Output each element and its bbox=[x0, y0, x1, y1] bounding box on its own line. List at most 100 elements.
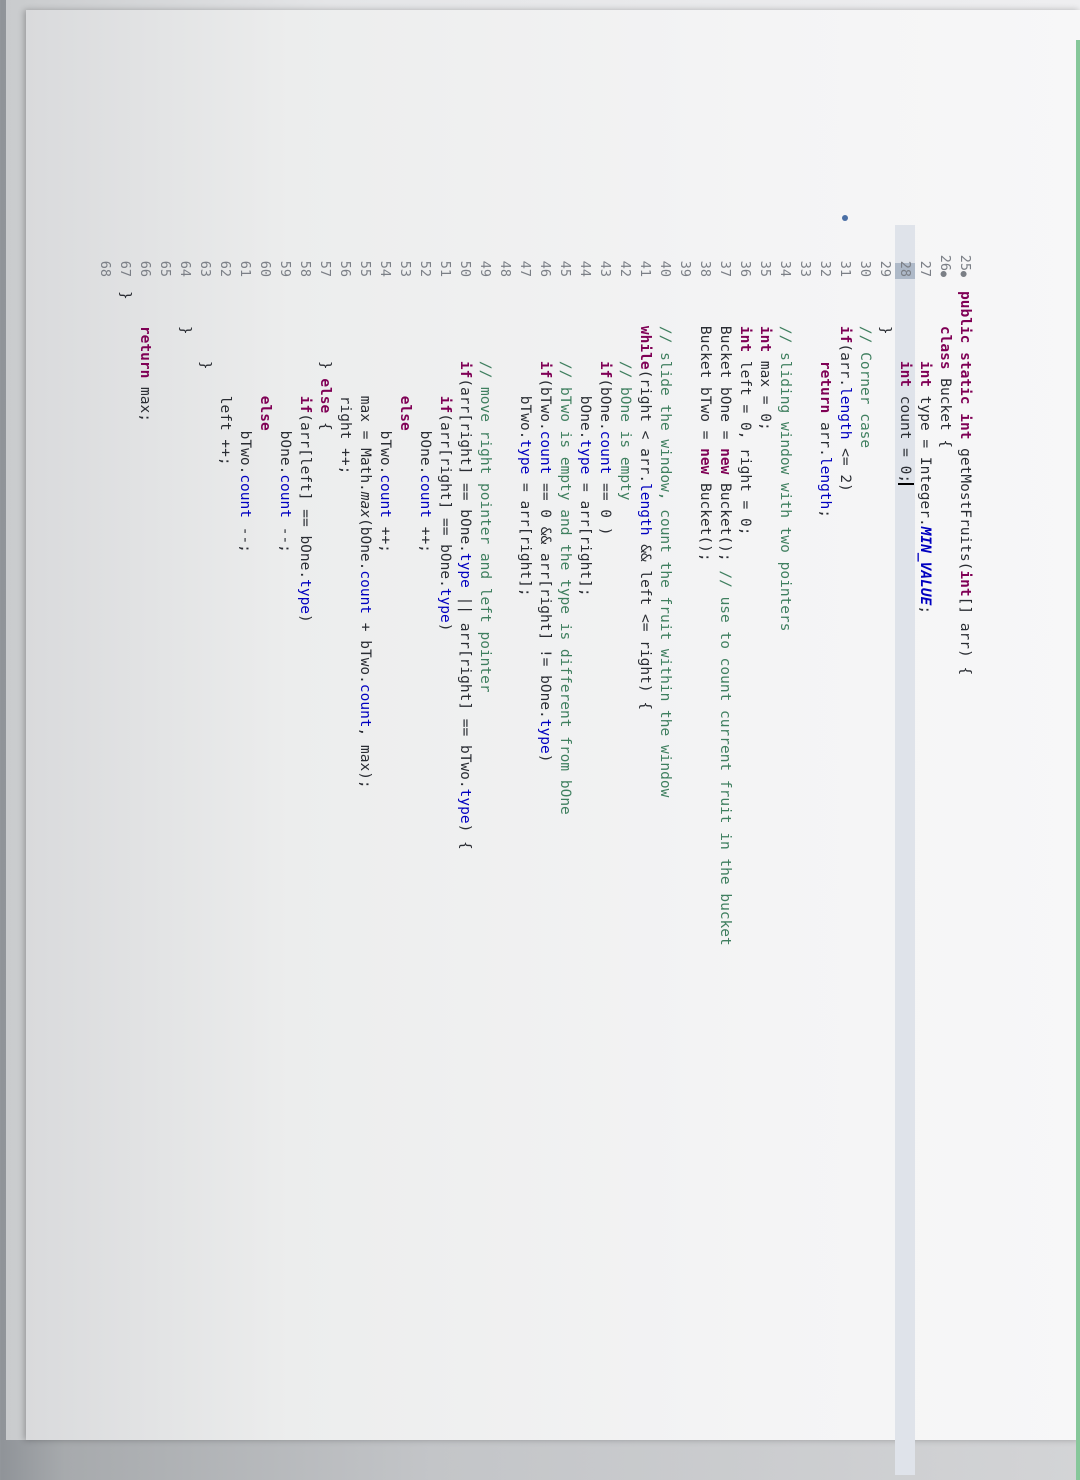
line-number: 28 bbox=[897, 260, 913, 277]
code-line: 41 while(right < arr.length && left <= r… bbox=[635, 225, 655, 1475]
code-line: 62 left ++; bbox=[215, 225, 235, 1475]
code-text[interactable]: return arr.length; bbox=[815, 291, 835, 518]
line-number: 47 bbox=[517, 260, 533, 277]
code-text[interactable]: class Bucket { bbox=[935, 291, 955, 448]
code-line: 57 } else { bbox=[315, 225, 335, 1475]
code-text[interactable]: // move right pointer and left pointer bbox=[475, 291, 495, 693]
line-number: 42 bbox=[617, 260, 633, 277]
code-text[interactable]: bTwo.count ++; bbox=[375, 291, 395, 553]
code-text[interactable]: int left = 0, right = 0; bbox=[735, 291, 755, 536]
code-line: 59 bOne.count --; bbox=[275, 225, 295, 1475]
code-line: 66 return max; bbox=[135, 225, 155, 1475]
line-number: 67 bbox=[117, 260, 133, 277]
code-text[interactable]: if(bTwo.count == 0 && arr[right] != bOne… bbox=[535, 291, 555, 763]
line-number: 55 bbox=[357, 260, 373, 277]
code-text[interactable]: // bOne is empty bbox=[615, 291, 635, 501]
code-line: 40 // slide the window, count the fruit … bbox=[655, 225, 675, 1475]
code-text[interactable]: } else { bbox=[315, 291, 335, 431]
code-line: 28 int count = 0; bbox=[895, 225, 915, 1475]
code-line: 29 } bbox=[875, 225, 895, 1475]
code-text[interactable]: bOne.count ++; bbox=[415, 291, 435, 553]
line-number: 25● bbox=[957, 254, 973, 277]
line-number: 56 bbox=[337, 260, 353, 277]
code-text[interactable]: if(arr.length <= 2) bbox=[835, 291, 855, 492]
code-line: 65 bbox=[155, 225, 175, 1475]
line-number: 37 bbox=[717, 260, 733, 277]
code-text[interactable]: public static int getMostFruits(int[] ar… bbox=[955, 291, 975, 675]
line-number: 46 bbox=[537, 260, 553, 277]
code-text[interactable]: // bTwo is empty and the type is differe… bbox=[555, 291, 575, 815]
code-line: 27 int type = Integer.MIN_VALUE; bbox=[915, 225, 935, 1475]
line-number: 64 bbox=[177, 260, 193, 277]
line-number: 58 bbox=[297, 260, 313, 277]
line-number: 33 bbox=[797, 260, 813, 277]
code-text[interactable]: } bbox=[195, 291, 215, 370]
code-text[interactable]: bTwo.type = arr[right]; bbox=[515, 291, 535, 597]
line-number: 40 bbox=[657, 260, 673, 277]
line-number: 52 bbox=[417, 260, 433, 277]
code-text[interactable]: bTwo.count --; bbox=[235, 291, 255, 553]
code-text[interactable]: right ++; bbox=[335, 291, 355, 475]
code-text[interactable]: int type = Integer.MIN_VALUE; bbox=[915, 291, 935, 614]
line-number: 30 bbox=[857, 260, 873, 277]
code-text[interactable]: left ++; bbox=[215, 291, 235, 466]
code-line: 43 if(bOne.count == 0 ) bbox=[595, 225, 615, 1475]
breakpoint-marker-icon[interactable] bbox=[842, 215, 848, 221]
code-line: 45 // bTwo is empty and the type is diff… bbox=[555, 225, 575, 1475]
code-text[interactable]: Bucket bTwo = new Bucket(); bbox=[695, 291, 715, 562]
code-line: 58 if(arr[left] == bOne.type) bbox=[295, 225, 315, 1475]
code-line: 46 if(bTwo.count == 0 && arr[right] != b… bbox=[535, 225, 555, 1475]
code-text[interactable]: while(right < arr.length && left <= righ… bbox=[635, 291, 655, 710]
text-cursor bbox=[898, 483, 914, 486]
code-text[interactable]: } bbox=[175, 291, 195, 335]
code-text[interactable]: if(arr[right] == bOne.type) bbox=[435, 291, 455, 632]
line-number: 51 bbox=[437, 260, 453, 277]
code-line: 61 bTwo.count --; bbox=[235, 225, 255, 1475]
code-text[interactable]: // Corner case bbox=[855, 291, 875, 448]
code-text[interactable]: int count = 0; bbox=[895, 291, 915, 486]
line-number: 45 bbox=[557, 260, 573, 277]
code-text[interactable]: // sliding window with two pointers bbox=[775, 291, 795, 632]
code-line: 49 // move right pointer and left pointe… bbox=[475, 225, 495, 1475]
code-text[interactable]: // slide the window, count the fruit wit… bbox=[655, 291, 675, 797]
line-number: 66 bbox=[137, 260, 153, 277]
code-line: 39 bbox=[675, 225, 695, 1475]
code-line: 44 bOne.type = arr[right]; bbox=[575, 225, 595, 1475]
code-text[interactable]: Bucket bOne = new Bucket(); // use to co… bbox=[715, 291, 735, 946]
code-editor: 25● public static int getMostFruits(int[]… bbox=[95, 215, 975, 1475]
code-line: 48 bbox=[495, 225, 515, 1475]
line-number: 48 bbox=[497, 260, 513, 277]
code-text[interactable]: int max = 0; bbox=[755, 291, 775, 431]
line-number: 61 bbox=[237, 260, 253, 277]
line-number: 68 bbox=[97, 260, 113, 277]
code-line: 53 else bbox=[395, 225, 415, 1475]
line-number: 43 bbox=[597, 260, 613, 277]
code-text[interactable]: } bbox=[115, 291, 135, 300]
code-line: 47 bTwo.type = arr[right]; bbox=[515, 225, 535, 1475]
code-text[interactable]: bOne.type = arr[right]; bbox=[575, 291, 595, 597]
line-number: 38 bbox=[697, 260, 713, 277]
line-number: 31 bbox=[837, 260, 853, 277]
code-text[interactable]: if(arr[right] == bOne.type || arr[right]… bbox=[455, 291, 475, 850]
code-line: 56 right ++; bbox=[335, 225, 355, 1475]
line-number: 63 bbox=[197, 260, 213, 277]
code-text[interactable]: bOne.count --; bbox=[275, 291, 295, 553]
code-text[interactable]: max = Math.max(bOne.count + bTwo.count, … bbox=[355, 291, 375, 789]
code-text[interactable]: } bbox=[875, 291, 895, 335]
line-number: 50 bbox=[457, 260, 473, 277]
code-text[interactable]: else bbox=[255, 291, 275, 431]
code-text[interactable]: return max; bbox=[135, 291, 155, 422]
code-text[interactable]: if(arr[left] == bOne.type) bbox=[295, 291, 315, 623]
code-line: 32 return arr.length; bbox=[815, 225, 835, 1475]
line-number: 27 bbox=[917, 260, 933, 277]
code-line: 35 int max = 0; bbox=[755, 225, 775, 1475]
code-text[interactable]: else bbox=[395, 291, 415, 431]
code-line: 50 if(arr[right] == bOne.type || arr[rig… bbox=[455, 225, 475, 1475]
line-number: 41 bbox=[637, 260, 653, 277]
code-line: 36 int left = 0, right = 0; bbox=[735, 225, 755, 1475]
code-line: 60 else bbox=[255, 225, 275, 1475]
code-line: 55 max = Math.max(bOne.count + bTwo.coun… bbox=[355, 225, 375, 1475]
line-number: 49 bbox=[477, 260, 493, 277]
code-line: 42 // bOne is empty bbox=[615, 225, 635, 1475]
code-text[interactable]: if(bOne.count == 0 ) bbox=[595, 291, 615, 536]
